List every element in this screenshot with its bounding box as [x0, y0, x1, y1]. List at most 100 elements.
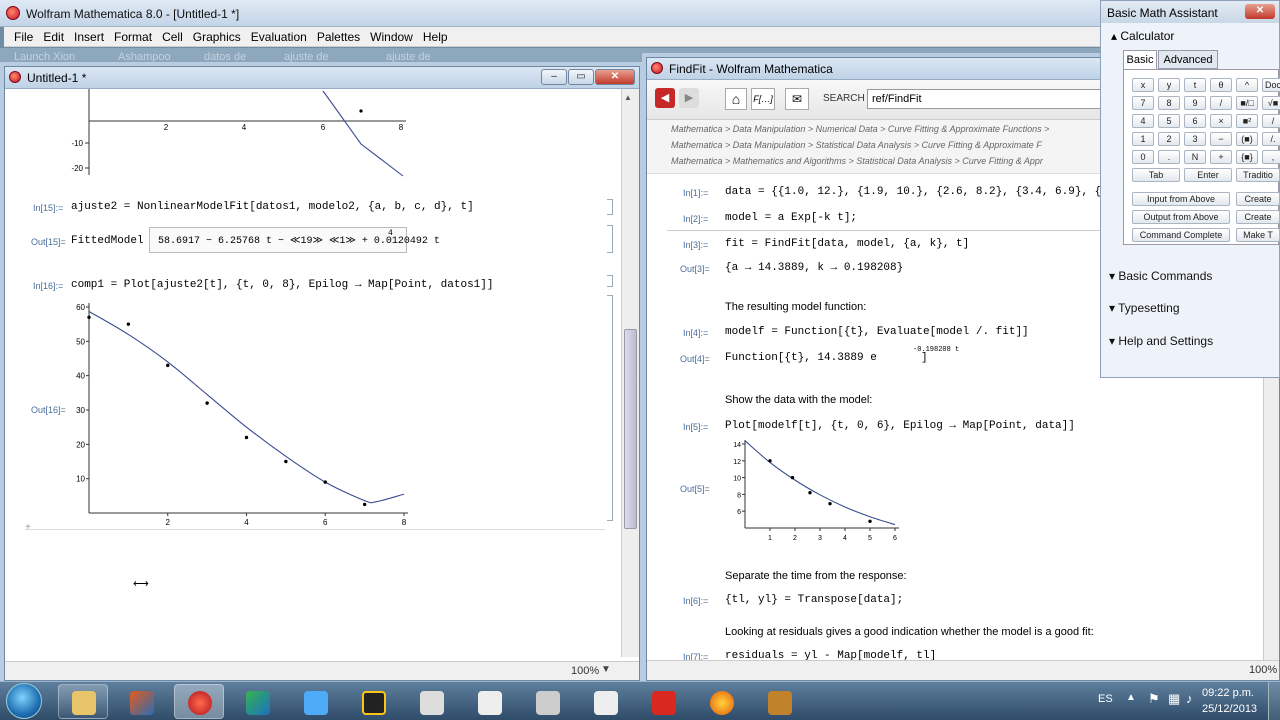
maximize-button[interactable]: ▭ [568, 69, 594, 85]
tray-network-icon[interactable]: ▦ [1168, 691, 1180, 707]
taskbar-app[interactable] [232, 684, 282, 719]
create-button[interactable]: Create [1236, 192, 1280, 206]
make-button[interactable]: Make T [1236, 228, 1280, 242]
in15-code[interactable]: ajuste2 = NonlinearModelFit[datos1, mode… [71, 201, 474, 213]
cell-bracket[interactable] [607, 275, 613, 287]
scrollbar-thumb[interactable] [624, 329, 637, 529]
calc-key[interactable]: 1 [1132, 132, 1154, 146]
menu-file[interactable]: File [14, 27, 33, 44]
tab-advanced[interactable]: Advanced [1158, 50, 1218, 69]
fitted-model-box[interactable]: 58.6917 − 6.25768 t − ≪19≫ ≪1≫ + 0.01204… [149, 227, 440, 253]
taskbar-firefox[interactable] [696, 684, 746, 719]
menu-edit[interactable]: Edit [43, 27, 64, 44]
show-desktop-button[interactable] [1268, 682, 1280, 720]
section-help-settings[interactable]: ▾ Help and Settings [1109, 334, 1213, 348]
calc-key[interactable]: 4 [1132, 114, 1154, 128]
taskbar-solidworks[interactable] [638, 684, 688, 719]
calc-key[interactable]: 6 [1184, 114, 1206, 128]
in4-code[interactable]: modelf = Function[{t}, Evaluate[model /.… [725, 326, 1029, 338]
function-index-icon[interactable]: F[…] [751, 88, 775, 110]
calc-key[interactable]: ■² [1236, 114, 1258, 128]
calc-key[interactable]: 0 [1132, 150, 1154, 164]
breadcrumb-row[interactable]: Mathematica > Data Manipulation > Numeri… [671, 124, 1049, 134]
calc-key[interactable]: , [1262, 150, 1280, 164]
taskbar-app[interactable] [754, 684, 804, 719]
calc-key[interactable]: 5 [1158, 114, 1180, 128]
notebook-scrollbar[interactable]: ▲ [621, 89, 639, 657]
back-icon[interactable]: ◀ [655, 88, 675, 108]
help-zoom-level[interactable]: 100% [1249, 664, 1277, 676]
section-typesetting[interactable]: ▾ Typesetting [1109, 301, 1180, 315]
traditional-key[interactable]: Traditio [1236, 168, 1280, 182]
calc-key[interactable]: 9 [1184, 96, 1206, 110]
calc-key[interactable]: . [1158, 150, 1180, 164]
taskbar-app[interactable] [406, 684, 456, 719]
calc-key[interactable]: × [1210, 114, 1232, 128]
calculator-section[interactable]: ▴ Calculator [1111, 29, 1174, 43]
breadcrumb-row[interactable]: Mathematica > Data Manipulation > Statis… [671, 140, 1042, 150]
menu-insert[interactable]: Insert [74, 27, 104, 44]
cell-bracket[interactable] [607, 199, 613, 215]
calc-key[interactable]: N [1184, 150, 1206, 164]
menu-window[interactable]: Window [370, 27, 413, 44]
calc-key[interactable]: (■) [1236, 132, 1258, 146]
taskbar-explorer[interactable] [58, 684, 108, 719]
calc-key[interactable]: 8 [1158, 96, 1180, 110]
tray-flag-icon[interactable]: ⚑ [1148, 691, 1160, 707]
calc-key[interactable]: Doc [1262, 78, 1280, 92]
input-from-above-button[interactable]: Input from Above [1132, 192, 1230, 206]
language-indicator[interactable]: ES [1098, 693, 1113, 705]
menu-palettes[interactable]: Palettes [317, 27, 360, 44]
calc-key[interactable]: x [1132, 78, 1154, 92]
in1-code[interactable]: data = {{1.0, 12.}, {1.9, 10.}, {2.6, 8.… [725, 186, 1128, 198]
volume-icon[interactable]: ♪ [1186, 691, 1193, 706]
calc-key[interactable]: t [1184, 78, 1206, 92]
calc-key[interactable]: /. [1262, 132, 1280, 146]
menu-help[interactable]: Help [423, 27, 448, 44]
menu-graphics[interactable]: Graphics [193, 27, 241, 44]
in2-code[interactable]: model = a Exp[-k t]; [725, 212, 857, 224]
minimize-button[interactable]: – [541, 69, 567, 85]
in7-code[interactable]: residuals = yl - Map[modelf, tl] [725, 650, 936, 660]
create-button[interactable]: Create [1236, 210, 1280, 224]
start-button[interactable] [6, 683, 42, 719]
calc-key[interactable]: {■} [1236, 150, 1258, 164]
taskbar-app[interactable] [580, 684, 630, 719]
taskbar-app[interactable] [464, 684, 514, 719]
menu-evaluation[interactable]: Evaluation [251, 27, 307, 44]
calc-key[interactable]: / [1262, 114, 1280, 128]
close-button[interactable]: ✕ [595, 69, 635, 85]
calc-key[interactable]: 3 [1184, 132, 1206, 146]
taskbar-app[interactable] [522, 684, 572, 719]
command-complete-button[interactable]: Command Complete [1132, 228, 1230, 242]
in3-code[interactable]: fit = FindFit[data, model, {a, k}, t] [725, 238, 969, 250]
palette-close-button[interactable]: ✕ [1245, 4, 1275, 19]
breadcrumb-row[interactable]: Mathematica > Mathematics and Algorithms… [671, 156, 1043, 166]
tray-expand-icon[interactable]: ▲ [1126, 692, 1136, 703]
calc-key[interactable]: y [1158, 78, 1180, 92]
calc-key[interactable]: √■ [1262, 96, 1280, 110]
cell-insert-plus-icon[interactable]: + [25, 522, 31, 533]
clock-time[interactable]: 09:22 p.m. [1202, 687, 1254, 699]
home-icon[interactable]: ⌂ [725, 88, 747, 110]
tab-basic[interactable]: Basic [1123, 50, 1157, 70]
forward-icon[interactable]: ▶ [679, 88, 699, 108]
menu-format[interactable]: Format [114, 27, 152, 44]
taskbar-app[interactable] [290, 684, 340, 719]
taskbar-matlab[interactable] [116, 684, 166, 719]
calc-key[interactable]: / [1210, 96, 1232, 110]
taskbar-app[interactable] [348, 684, 398, 719]
calc-key[interactable]: 7 [1132, 96, 1154, 110]
clock-date[interactable]: 25/12/2013 [1202, 703, 1257, 715]
zoom-level[interactable]: 100% [571, 665, 599, 677]
cell-bracket[interactable] [607, 295, 613, 521]
in16-code[interactable]: comp1 = Plot[ajuste2[t], {t, 0, 8}, Epil… [71, 279, 493, 291]
calc-key[interactable]: + [1210, 150, 1232, 164]
calc-key[interactable]: 2 [1158, 132, 1180, 146]
enter-key[interactable]: Enter [1184, 168, 1232, 182]
tab-key[interactable]: Tab [1132, 168, 1180, 182]
cell-bracket[interactable] [607, 225, 613, 253]
menu-cell[interactable]: Cell [162, 27, 183, 44]
calc-key[interactable]: − [1210, 132, 1232, 146]
calc-key[interactable]: θ [1210, 78, 1232, 92]
